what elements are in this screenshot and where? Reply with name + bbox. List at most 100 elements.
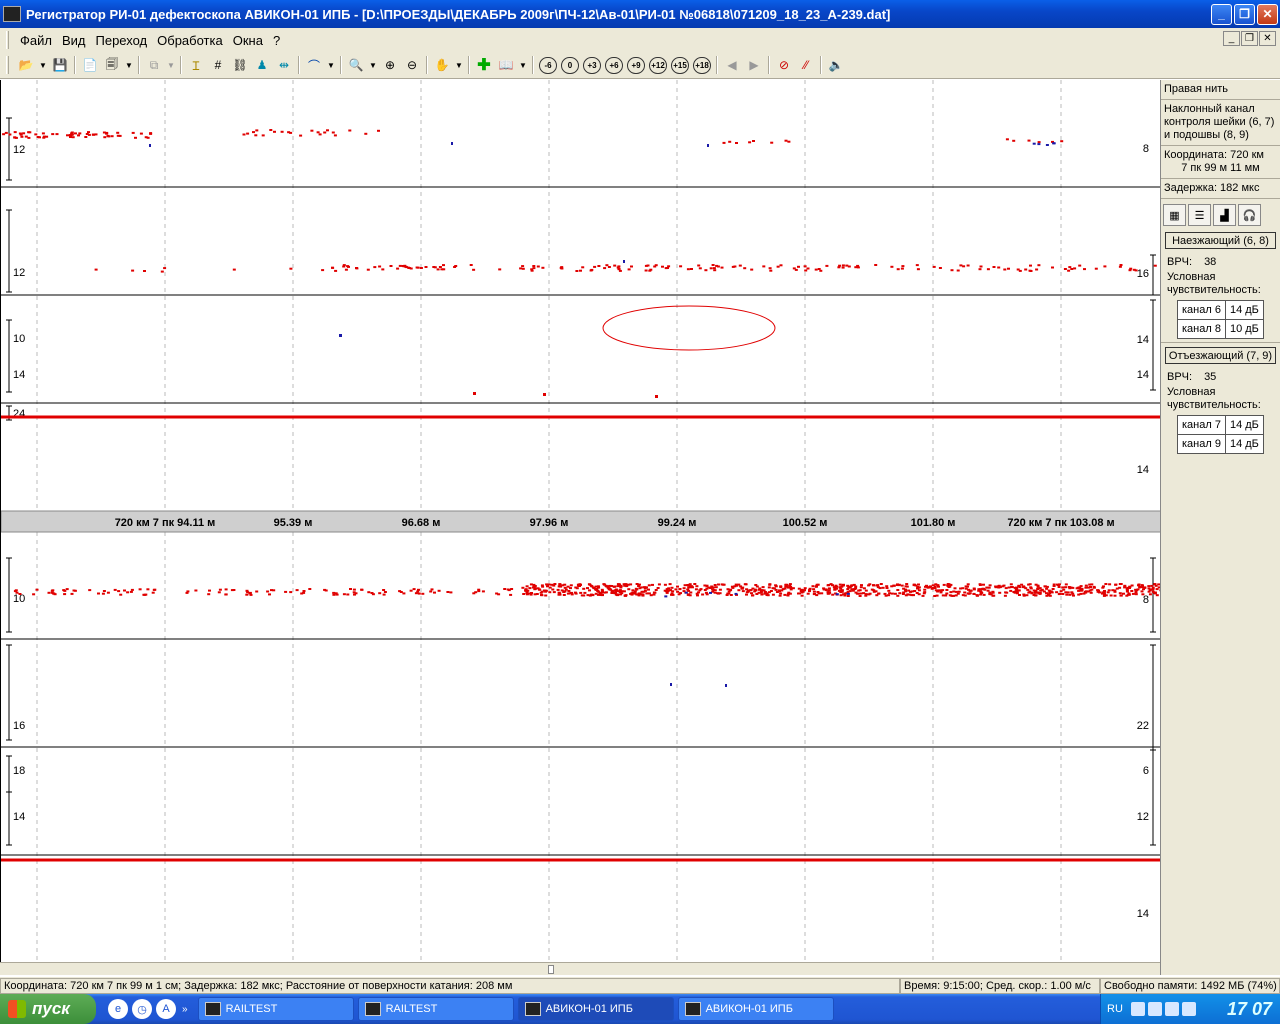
bar-chart-icon[interactable]: ▟ (1213, 204, 1236, 226)
outgoing-channel-button[interactable]: Отъезжающий (7, 9) (1165, 347, 1276, 364)
task-avikon-1[interactable]: АВИКОН-01 ИПБ (517, 997, 674, 1021)
menu-view[interactable]: Вид (57, 33, 91, 48)
range-button-plus3[interactable]: +3 (583, 56, 601, 74)
book-icon[interactable]: 📖 (496, 55, 516, 75)
copy-disabled-icon[interactable]: ⧉ (144, 55, 164, 75)
headphones-icon[interactable]: 🎧 (1238, 204, 1261, 226)
quicklaunch-chevron-icon[interactable]: » (182, 1004, 188, 1015)
pages-icon[interactable]: 🗐 (102, 55, 122, 75)
incoming-channel-button[interactable]: Наезжающий (6, 8) (1165, 232, 1276, 249)
start-button[interactable]: пуск (0, 994, 96, 1024)
signal-dot (952, 590, 956, 593)
close-button[interactable]: ✕ (1257, 3, 1278, 25)
zoom-in-icon[interactable]: ⊕ (380, 55, 400, 75)
tray-network-icon[interactable] (1147, 1002, 1162, 1016)
tray-volume-icon[interactable] (1164, 1002, 1179, 1016)
zoom-out-icon[interactable]: ⊖ (402, 55, 422, 75)
range-button-plus18[interactable]: +18 (693, 56, 711, 74)
signal-dot (129, 590, 133, 593)
signal-dot (8, 133, 12, 136)
pan-hand-icon[interactable]: ✋ (432, 55, 452, 75)
ie-icon[interactable]: e (108, 999, 128, 1019)
scan-icon[interactable]: ⌒ (304, 55, 324, 75)
task-railtest-1[interactable]: RAILTEST (197, 997, 354, 1021)
open-folder-icon[interactable]: 📂 (16, 55, 36, 75)
rail-icon[interactable]: Ɪ (186, 55, 206, 75)
pan-dropdown-icon[interactable]: ▼ (454, 55, 464, 75)
add-icon[interactable]: ✚ (474, 55, 494, 75)
copy-dropdown-icon[interactable]: ▼ (166, 55, 176, 75)
coordinate-label: 720 км 7 пк 103.08 м (1007, 517, 1114, 529)
document-icon[interactable]: 📄 (80, 55, 100, 75)
next-arrow-icon[interactable]: ▶ (744, 55, 764, 75)
signal-dot (389, 265, 393, 267)
signal-dot (1004, 587, 1008, 590)
zoom-icon[interactable]: 🔍 (346, 55, 366, 75)
range-button-plus6[interactable]: +6 (605, 56, 623, 74)
split-icon[interactable]: ⇹ (274, 55, 294, 75)
range-button-plus12[interactable]: +12 (649, 56, 667, 74)
menu-file[interactable]: Файл (15, 33, 57, 48)
signal-dot (424, 266, 428, 268)
signal-dot (929, 585, 932, 588)
tray-shield-icon[interactable] (1130, 1002, 1145, 1016)
signal-dot (762, 265, 766, 268)
book-dropdown-icon[interactable]: ▼ (518, 55, 528, 75)
language-indicator[interactable]: RU (1107, 1003, 1123, 1015)
signal-dot (1060, 140, 1064, 143)
range-button-plus9[interactable]: +9 (627, 56, 645, 74)
vrch-value: 38 (1204, 256, 1217, 268)
save-icon[interactable]: 💾 (50, 55, 70, 75)
pages-dropdown-icon[interactable]: ▼ (124, 55, 134, 75)
signal-dot (299, 134, 303, 137)
signal-dot (4, 131, 8, 134)
list-view-icon[interactable]: ☰ (1188, 204, 1211, 226)
menu-help[interactable]: ? (268, 33, 285, 48)
signal-dot (627, 588, 631, 591)
prev-arrow-icon[interactable]: ◀ (722, 55, 742, 75)
minimize-button[interactable]: _ (1211, 3, 1232, 25)
mdi-restore-button[interactable]: ❐ (1241, 31, 1258, 46)
scan-dropdown-icon[interactable]: ▼ (326, 55, 336, 75)
range-button-0[interactable]: 0 (561, 56, 579, 74)
task-avikon-2[interactable]: АВИКОН-01 ИПБ (677, 997, 834, 1021)
person-icon[interactable]: ♟ (252, 55, 272, 75)
left-axis-label: 12 (13, 267, 25, 279)
zoom-dropdown-icon[interactable]: ▼ (368, 55, 378, 75)
open-dropdown-icon[interactable]: ▼ (38, 55, 48, 75)
link-icon[interactable]: ⛓ (230, 55, 250, 75)
range-button-plus15[interactable]: +15 (671, 56, 689, 74)
grid-icon[interactable]: # (208, 55, 228, 75)
mdi-minimize-button[interactable]: _ (1223, 31, 1240, 46)
avast-icon[interactable]: A (156, 999, 176, 1019)
table-view-icon[interactable]: ▦ (1163, 204, 1186, 226)
signal-dot (437, 589, 441, 592)
marker-icon[interactable]: ⁄⁄ (796, 55, 816, 75)
signal-dot (677, 593, 681, 596)
signal-dot (1073, 267, 1077, 270)
signal-dot (953, 587, 957, 590)
speaker-icon[interactable]: 🔈 (826, 55, 846, 75)
bscan-canvas[interactable]: 720 км 7 пк 94.11 м 95.39 м 96.68 м 97.96 м… (0, 80, 1163, 975)
signal-dot (63, 593, 67, 596)
signal-dot (66, 134, 69, 137)
menu-goto[interactable]: Переход (91, 33, 153, 48)
scrollbar-thumb[interactable] (548, 965, 554, 974)
horizontal-scrollbar[interactable] (0, 962, 1160, 975)
tray-eye-icon[interactable] (1181, 1002, 1196, 1016)
mdi-close-button[interactable]: ✕ (1259, 31, 1276, 46)
range-button-minus6[interactable]: -6 (539, 56, 557, 74)
bscan-plot[interactable]: 720 км 7 пк 94.11 м 95.39 м 96.68 м 97.96 м… (0, 80, 1163, 975)
signal-dot (78, 132, 82, 135)
signal-dot (1009, 583, 1013, 586)
menu-processing[interactable]: Обработка (152, 33, 228, 48)
task-railtest-2[interactable]: RAILTEST (357, 997, 514, 1021)
maximize-button[interactable]: ❐ (1234, 3, 1255, 25)
menu-windows[interactable]: Окна (228, 33, 268, 48)
signal-dot (1153, 592, 1157, 595)
signal-dot (47, 591, 51, 594)
calendar-icon[interactable]: ◷ (132, 999, 152, 1019)
window-title: Регистратор РИ-01 дефектоскопа АВИКОН-01… (26, 6, 891, 22)
no-filter-icon[interactable]: ⊘ (774, 55, 794, 75)
signal-dot (446, 591, 450, 593)
